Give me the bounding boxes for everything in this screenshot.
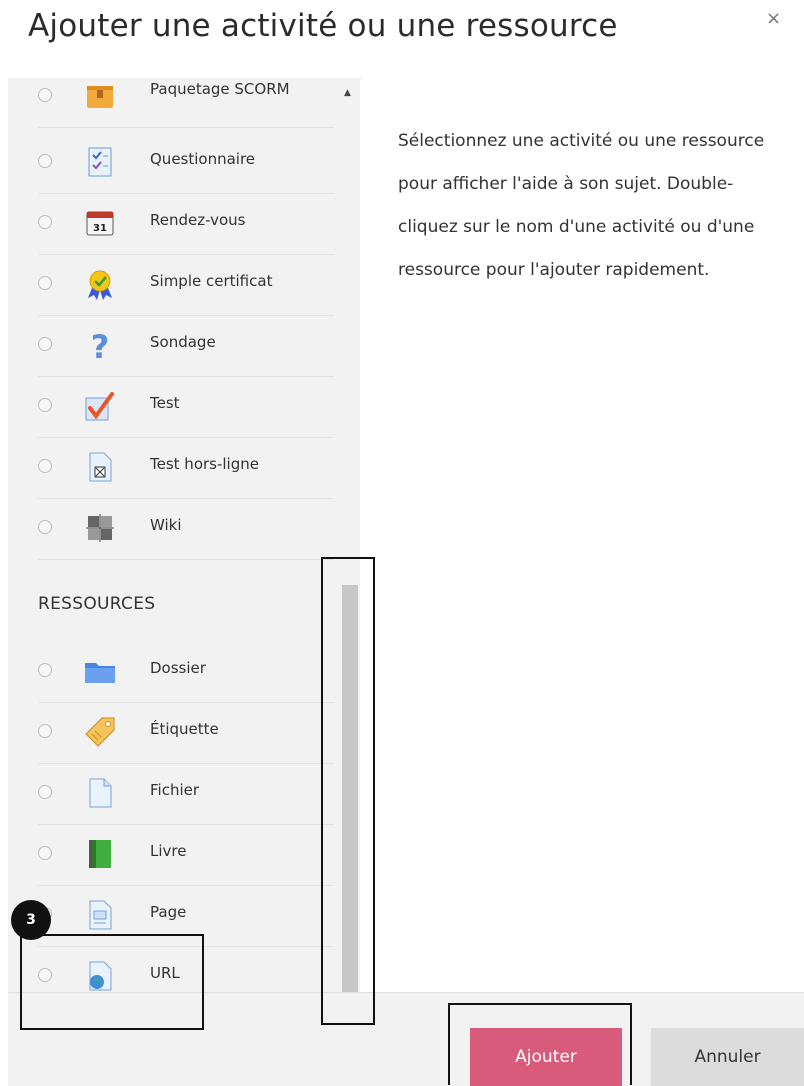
dialog-footer: Ajouter Annuler bbox=[8, 992, 804, 1086]
questionnaire-icon bbox=[82, 144, 118, 180]
option-wiki[interactable]: Wiki bbox=[38, 498, 334, 560]
option-rendez-vous[interactable]: 31 Rendez-vous bbox=[38, 193, 334, 255]
option-fichier[interactable]: Fichier bbox=[38, 763, 334, 825]
scrollbar[interactable] bbox=[338, 585, 360, 992]
radio-button[interactable] bbox=[38, 215, 52, 229]
label-tag-icon bbox=[82, 714, 118, 750]
radio-button[interactable] bbox=[38, 785, 52, 799]
scorm-package-icon bbox=[82, 78, 118, 114]
dialog-title: Ajouter une activité ou une ressource bbox=[28, 8, 618, 44]
option-dossier[interactable]: Dossier bbox=[38, 641, 334, 703]
radio-button[interactable] bbox=[38, 154, 52, 168]
wiki-icon bbox=[82, 510, 118, 546]
option-label: Dossier bbox=[150, 659, 206, 677]
offline-test-icon bbox=[82, 449, 118, 485]
option-label: Rendez-vous bbox=[150, 211, 246, 229]
help-text: Sélectionnez une activité ou une ressour… bbox=[398, 131, 765, 280]
option-label: Sondage bbox=[150, 333, 216, 351]
scroll-up-arrow-icon[interactable]: ▲ bbox=[344, 88, 351, 98]
option-label: Livre bbox=[150, 842, 187, 860]
help-panel: Sélectionnez une activité ou une ressour… bbox=[362, 78, 804, 992]
option-label: Test hors-ligne bbox=[150, 455, 259, 473]
option-label: Questionnaire bbox=[150, 150, 256, 168]
option-test-hors-ligne[interactable]: Test hors-ligne bbox=[38, 437, 334, 499]
close-icon[interactable]: × bbox=[766, 8, 781, 29]
option-label: Paquetage SCORM bbox=[150, 80, 290, 98]
option-label: Étiquette bbox=[150, 720, 219, 738]
radio-button[interactable] bbox=[38, 459, 52, 473]
book-icon bbox=[82, 836, 118, 872]
resources-heading: RESSOURCES bbox=[38, 594, 156, 614]
folder-icon bbox=[82, 653, 118, 689]
option-page[interactable]: Page bbox=[38, 885, 334, 947]
option-label: URL bbox=[150, 964, 180, 982]
svg-text:31: 31 bbox=[93, 223, 107, 234]
radio-button[interactable] bbox=[38, 846, 52, 860]
radio-button[interactable] bbox=[38, 337, 52, 351]
radio-button[interactable] bbox=[38, 968, 52, 982]
radio-button[interactable] bbox=[38, 520, 52, 534]
add-button[interactable]: Ajouter bbox=[470, 1028, 622, 1086]
file-icon bbox=[82, 775, 118, 811]
option-test[interactable]: Test bbox=[38, 376, 334, 438]
option-label: Page bbox=[150, 903, 187, 921]
url-globe-icon bbox=[82, 958, 118, 992]
step-number-badge: 3 bbox=[11, 900, 51, 940]
option-label: Simple certificat bbox=[150, 272, 273, 290]
cancel-button[interactable]: Annuler bbox=[651, 1028, 804, 1086]
option-url[interactable]: URL bbox=[38, 946, 334, 992]
option-sondage[interactable]: ? Sondage bbox=[38, 315, 334, 377]
question-mark-icon: ? bbox=[82, 327, 118, 366]
option-scorm[interactable]: Paquetage SCORM bbox=[38, 78, 334, 128]
radio-button[interactable] bbox=[38, 276, 52, 290]
radio-button[interactable] bbox=[38, 663, 52, 677]
radio-button[interactable] bbox=[38, 724, 52, 738]
radio-button[interactable] bbox=[38, 398, 52, 412]
option-etiquette[interactable]: Étiquette bbox=[38, 702, 334, 764]
option-questionnaire[interactable]: Questionnaire bbox=[38, 132, 334, 194]
option-simple-certificat[interactable]: Simple certificat bbox=[38, 254, 334, 316]
option-label: Test bbox=[150, 394, 180, 412]
option-label: Wiki bbox=[150, 516, 182, 534]
calendar-icon: 31 bbox=[82, 205, 118, 241]
radio-button[interactable] bbox=[38, 88, 52, 102]
option-livre[interactable]: Livre bbox=[38, 824, 334, 886]
page-icon bbox=[82, 897, 118, 933]
checkmark-icon bbox=[82, 388, 118, 424]
module-chooser-list[interactable]: ▲ Paquetage SCORM Questionnaire 31 Rende… bbox=[8, 78, 360, 992]
svg-text:?: ? bbox=[91, 328, 110, 363]
option-label: Fichier bbox=[150, 781, 200, 799]
certificate-icon bbox=[82, 266, 118, 302]
scrollbar-thumb[interactable] bbox=[342, 585, 358, 992]
